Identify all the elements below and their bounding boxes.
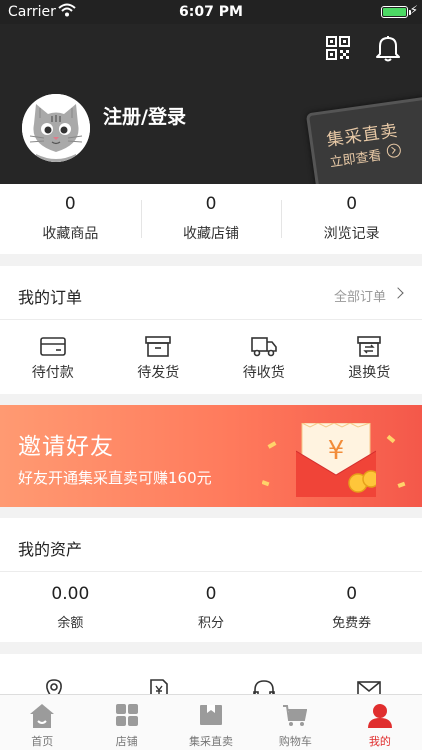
asset-label: 免费券 bbox=[332, 616, 372, 631]
section-title: 我的资产 bbox=[18, 540, 83, 559]
cart-icon bbox=[283, 705, 308, 726]
store-icon bbox=[200, 705, 223, 725]
tab-label: 我的 bbox=[368, 735, 391, 748]
order-returns[interactable]: 退换货 bbox=[317, 320, 422, 394]
tab-label: 购物车 bbox=[278, 735, 312, 748]
yuan-symbol: ¥ bbox=[328, 436, 345, 466]
order-pending-receipt[interactable]: 待收货 bbox=[211, 320, 317, 394]
stat-label: 收藏店铺 bbox=[183, 226, 239, 242]
chevron-right-icon bbox=[392, 287, 404, 299]
asset-points[interactable]: 0 积分 bbox=[141, 572, 282, 642]
stat-value: 0 bbox=[346, 194, 358, 214]
invite-friends-banner[interactable]: 邀请好友 好友开通集采直卖可赚160元 ¥ bbox=[0, 405, 422, 507]
stat-favorite-stores[interactable]: 0 收藏店铺 bbox=[140, 184, 282, 254]
tab-mine[interactable]: 我的 bbox=[338, 695, 422, 750]
bottom-tab-bar: 首页 店铺 集采直卖 购物车 我的 bbox=[0, 694, 422, 750]
asset-value: 0 bbox=[346, 584, 358, 604]
stat-value: 0 bbox=[64, 194, 76, 214]
order-label: 退换货 bbox=[348, 365, 391, 381]
tab-direct-sale[interactable]: 集采直卖 bbox=[169, 695, 253, 750]
profile-header: 注册/登录 集采直卖 立即查看 bbox=[0, 24, 422, 184]
person-icon bbox=[367, 704, 392, 728]
arrow-right-circle-icon bbox=[385, 142, 402, 159]
order-pending-payment[interactable]: 待付款 bbox=[0, 320, 106, 394]
order-label: 待收货 bbox=[242, 365, 285, 381]
status-bar: Carrier 6:07 PM ⚡ bbox=[0, 0, 422, 24]
box-icon bbox=[145, 336, 172, 357]
stat-value: 0 bbox=[205, 194, 217, 214]
direct-sale-promo-card[interactable]: 集采直卖 立即查看 bbox=[305, 95, 422, 184]
asset-free-coupons[interactable]: 0 免费券 bbox=[281, 572, 422, 642]
clock: 6:07 PM bbox=[179, 4, 243, 20]
battery-icon bbox=[381, 6, 411, 18]
banner-subtitle: 好友开通集采直卖可赚160元 bbox=[18, 469, 212, 487]
asset-label: 积分 bbox=[198, 616, 225, 631]
all-orders-link[interactable]: 全部订单 bbox=[334, 286, 386, 305]
tab-label: 店铺 bbox=[115, 735, 138, 748]
order-pending-shipment[interactable]: 待发货 bbox=[106, 320, 212, 394]
banner-title: 邀请好友 bbox=[18, 434, 114, 460]
avatar[interactable] bbox=[22, 94, 90, 162]
my-orders-section: 我的订单 全部订单 待付款 待发货 待收货 退换货 bbox=[0, 266, 422, 394]
exchange-icon bbox=[357, 336, 382, 357]
tab-label: 首页 bbox=[31, 735, 54, 748]
login-register-link[interactable]: 注册/登录 bbox=[103, 102, 186, 129]
truck-icon bbox=[250, 337, 277, 357]
asset-value: 0 bbox=[205, 584, 217, 604]
my-assets-section: 我的资产 0.00 余额 0 积分 0 免费券 bbox=[0, 518, 422, 642]
order-label: 待付款 bbox=[31, 365, 74, 381]
asset-label: 余额 bbox=[57, 616, 84, 631]
tab-stores[interactable]: 店铺 bbox=[84, 695, 168, 750]
red-envelope-icon: ¥ bbox=[296, 423, 376, 497]
orders-header[interactable]: 我的订单 全部订单 bbox=[0, 266, 422, 320]
assets-header: 我的资产 bbox=[0, 518, 422, 572]
collection-stats: 0 收藏商品 0 收藏店铺 0 浏览记录 bbox=[0, 184, 422, 254]
section-title: 我的订单 bbox=[18, 288, 83, 307]
asset-balance[interactable]: 0.00 余额 bbox=[0, 572, 141, 642]
qr-code-icon[interactable] bbox=[326, 36, 350, 60]
bell-icon[interactable] bbox=[375, 34, 401, 62]
stat-browse-history[interactable]: 0 浏览记录 bbox=[281, 184, 422, 254]
tab-label: 集采直卖 bbox=[189, 735, 234, 748]
home-icon bbox=[30, 704, 55, 728]
stat-label: 浏览记录 bbox=[323, 226, 380, 242]
grid-icon bbox=[115, 704, 138, 726]
stat-favorite-products[interactable]: 0 收藏商品 bbox=[0, 184, 141, 254]
card-icon bbox=[39, 337, 66, 356]
order-label: 待发货 bbox=[137, 365, 180, 381]
tab-home[interactable]: 首页 bbox=[0, 695, 84, 750]
charging-icon: ⚡ bbox=[409, 3, 418, 17]
asset-value: 0.00 bbox=[51, 584, 90, 604]
tab-cart[interactable]: 购物车 bbox=[253, 695, 337, 750]
stat-label: 收藏商品 bbox=[42, 226, 99, 242]
cat-avatar-icon bbox=[22, 94, 90, 162]
